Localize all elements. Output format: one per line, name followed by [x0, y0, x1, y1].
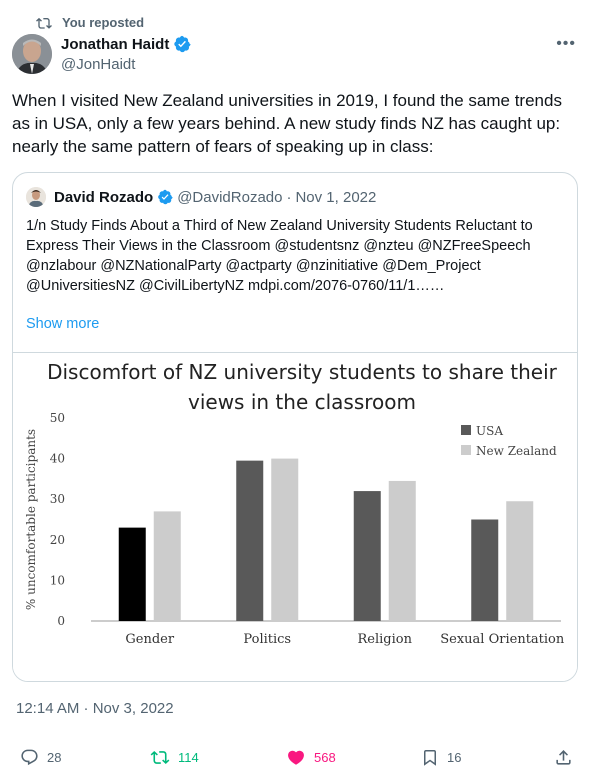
y-tick-label: 20	[50, 533, 65, 547]
repost-count: 114	[178, 750, 199, 765]
repost-icon	[150, 751, 170, 764]
author-handle[interactable]: @JonHaidt	[61, 56, 135, 73]
y-tick-label: 40	[50, 452, 65, 466]
tweet-text: When I visited New Zealand universities …	[12, 91, 562, 156]
bookmark-count: 16	[447, 750, 462, 765]
quoted-date[interactable]: Nov 1, 2022	[295, 189, 376, 206]
legend-label: USA	[476, 424, 503, 438]
x-tick-label: Religion	[358, 632, 413, 647]
y-tick-label: 10	[50, 573, 65, 587]
more-options-icon[interactable]: •••	[556, 35, 576, 53]
tweet-timestamp[interactable]: 12:14 AM · Nov 3, 2022	[16, 700, 174, 717]
author-avatar[interactable]	[12, 34, 52, 74]
bar-usa	[353, 491, 381, 621]
legend-label: New Zealand	[476, 444, 557, 458]
y-axis-label: % uncomfortable participants	[24, 429, 38, 610]
bookmark-icon	[424, 750, 436, 766]
chart-title-line: Discomfort of NZ university students to …	[47, 360, 558, 384]
y-tick-label: 0	[57, 614, 65, 628]
quoted-tweet-text: 1/n Study Finds About a Third of New Zea…	[26, 218, 533, 294]
repost-button[interactable]: 114	[150, 748, 199, 767]
bar-chart: Discomfort of NZ university students to …	[24, 360, 565, 647]
share-icon	[556, 750, 571, 765]
legend-swatch	[461, 445, 471, 455]
x-tick-label: Sexual Orientation	[440, 632, 565, 647]
action-bar: 28 114 568 16	[0, 742, 594, 780]
heart-icon	[288, 750, 304, 765]
x-tick-label: Politics	[243, 632, 291, 647]
bar-new-zealand	[271, 458, 299, 621]
author-name[interactable]: Jonathan Haidt	[61, 35, 191, 53]
bar-usa	[236, 460, 264, 621]
repost-icon	[36, 17, 52, 29]
y-tick-label: 30	[50, 492, 65, 506]
chart-title-line: views in the classroom	[188, 390, 416, 414]
like-count: 568	[314, 750, 336, 765]
verified-badge-icon	[174, 35, 191, 53]
quoted-author-handle[interactable]: @DavidRozado	[177, 189, 282, 206]
reply-icon	[21, 749, 38, 766]
separator-dot: ·	[286, 188, 292, 206]
quoted-tweet-header: David Rozado @DavidRozado · Nov 1, 2022	[26, 187, 376, 207]
quoted-author-name[interactable]: David Rozado	[54, 189, 153, 206]
bar-new-zealand	[153, 511, 181, 621]
chart-image[interactable]: Discomfort of NZ university students to …	[13, 352, 577, 681]
x-tick-label: Gender	[125, 632, 174, 647]
quoted-author-avatar[interactable]	[26, 187, 46, 207]
share-button[interactable]	[554, 748, 573, 767]
like-button[interactable]: 568	[286, 748, 336, 767]
bar-new-zealand	[506, 501, 534, 621]
show-more-link[interactable]: Show more	[26, 316, 99, 332]
bar-usa	[118, 527, 146, 621]
reply-button[interactable]: 28	[20, 748, 61, 767]
verified-badge-icon	[158, 189, 173, 205]
bookmark-button[interactable]: 16	[421, 748, 461, 767]
legend-swatch	[461, 425, 471, 435]
bar-usa	[471, 519, 499, 621]
bar-new-zealand	[388, 480, 416, 621]
repost-label: You reposted	[62, 14, 145, 30]
quoted-tweet[interactable]: David Rozado @DavidRozado · Nov 1, 2022 …	[12, 172, 578, 682]
y-tick-label: 50	[50, 411, 65, 425]
reply-count: 28	[47, 750, 62, 765]
repost-indicator: You reposted	[36, 12, 144, 32]
